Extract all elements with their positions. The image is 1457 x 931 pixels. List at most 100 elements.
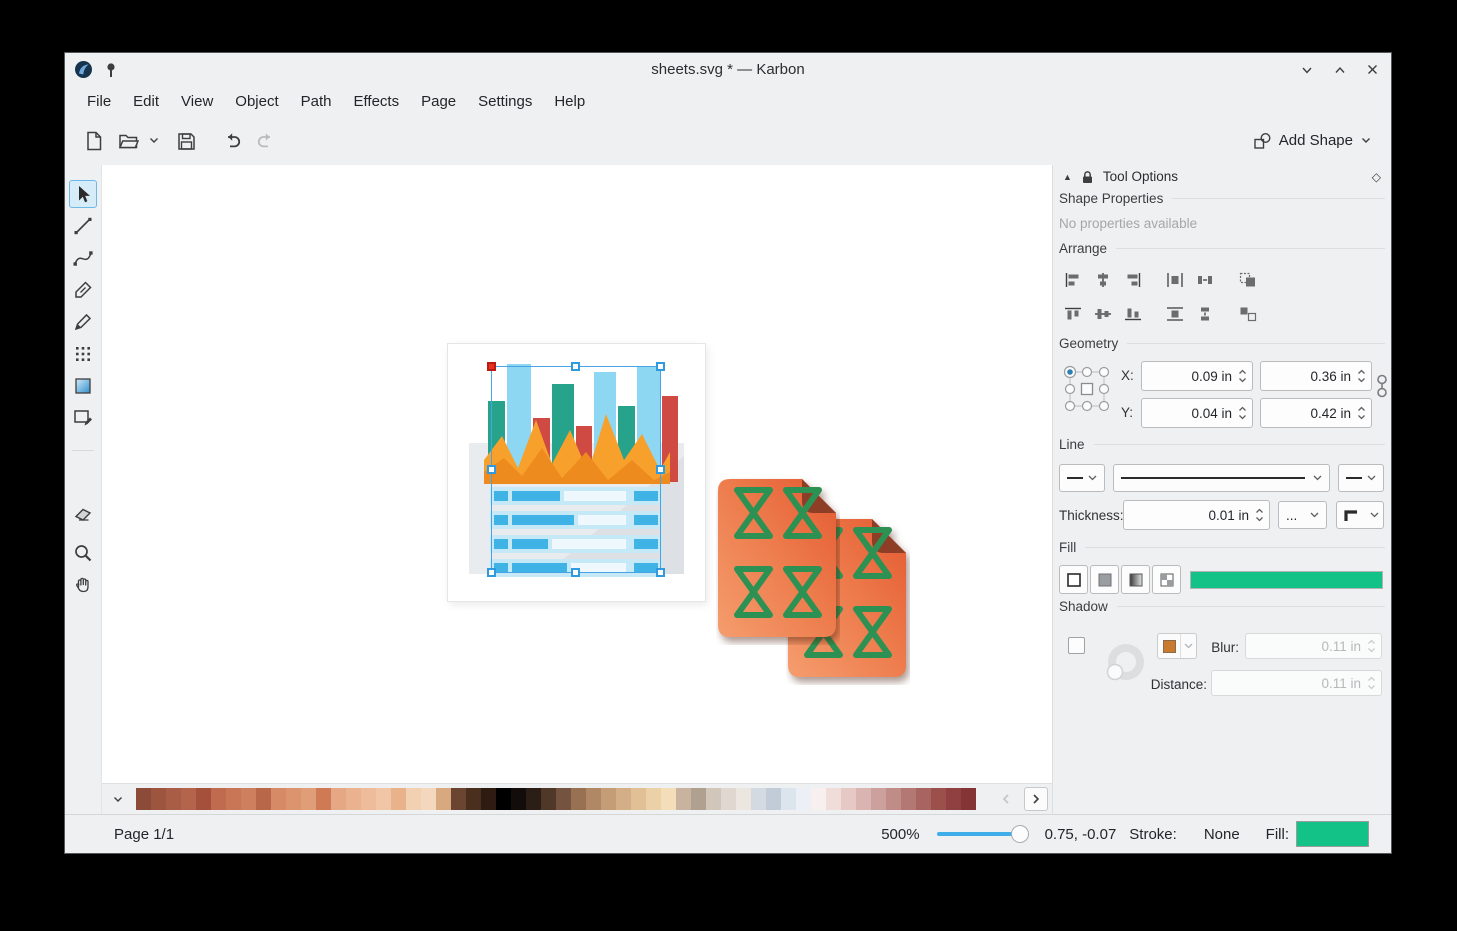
menu-item-file[interactable]: File: [76, 90, 122, 113]
palette-expand-button[interactable]: [106, 787, 130, 811]
palette-swatch[interactable]: [571, 788, 586, 810]
align-right-button[interactable]: [1120, 267, 1146, 293]
select-tool-button[interactable]: [69, 180, 97, 208]
fill-gradient-button[interactable]: [1121, 565, 1150, 594]
bezier-path-tool-button[interactable]: [69, 244, 97, 272]
selection-handle-bottom-left[interactable]: [487, 568, 496, 577]
palette-swatch[interactable]: [466, 788, 481, 810]
palette-swatch[interactable]: [286, 788, 301, 810]
menu-item-effects[interactable]: Effects: [343, 90, 411, 113]
distribute-horizontal-center-button[interactable]: [1162, 267, 1188, 293]
palette-swatch[interactable]: [721, 788, 736, 810]
sheets-icon-front[interactable]: [716, 477, 840, 645]
collapse-arrow-icon[interactable]: ▲: [1063, 172, 1072, 182]
shadow-color-button[interactable]: [1157, 633, 1197, 659]
palette-swatch[interactable]: [691, 788, 706, 810]
y-position-spinbox[interactable]: 0.04 in: [1141, 398, 1253, 428]
maximize-button[interactable]: [1333, 64, 1347, 76]
palette-swatch[interactable]: [631, 788, 646, 810]
palette-swatch[interactable]: [421, 788, 436, 810]
spinner-arrows[interactable]: [1357, 406, 1366, 420]
eraser-tool-button[interactable]: [69, 499, 97, 527]
minimize-button[interactable]: [1300, 64, 1314, 76]
palette-swatch[interactable]: [646, 788, 661, 810]
spinner-arrows[interactable]: [1367, 676, 1376, 690]
palette-swatch[interactable]: [271, 788, 286, 810]
shadow-enable-checkbox[interactable]: [1068, 637, 1085, 654]
docker-header[interactable]: ▲ Tool Options ◇: [1053, 165, 1391, 188]
selection-rectangle[interactable]: [491, 366, 661, 573]
thickness-spinbox[interactable]: 0.01 in: [1123, 500, 1270, 530]
palette-swatch[interactable]: [751, 788, 766, 810]
palette-swatch[interactable]: [796, 788, 811, 810]
ungroup-objects-button[interactable]: [1235, 301, 1261, 327]
shadow-angle-dial[interactable]: [1103, 641, 1149, 687]
palette-swatch[interactable]: [916, 788, 931, 810]
close-button[interactable]: [1366, 63, 1379, 76]
line-tool-button[interactable]: [69, 212, 97, 240]
pan-tool-button[interactable]: [69, 571, 97, 599]
align-center-vertical-button[interactable]: [1090, 301, 1116, 327]
palette-swatch[interactable]: [931, 788, 946, 810]
aspect-ratio-lock-icon[interactable]: [1375, 373, 1389, 399]
palette-swatch[interactable]: [841, 788, 856, 810]
palette-scroll-left-button[interactable]: [994, 787, 1018, 811]
palette-swatch[interactable]: [406, 788, 421, 810]
fill-color-bar[interactable]: [1190, 571, 1383, 589]
line-join-combo[interactable]: [1336, 501, 1384, 529]
palette-swatch[interactable]: [856, 788, 871, 810]
float-docker-icon[interactable]: ◇: [1372, 170, 1381, 184]
align-left-button[interactable]: [1060, 267, 1086, 293]
menu-item-view[interactable]: View: [170, 90, 224, 113]
add-shape-button[interactable]: Add Shape: [1245, 127, 1379, 155]
height-spinbox[interactable]: 0.42 in: [1260, 398, 1372, 428]
palette-swatch[interactable]: [826, 788, 841, 810]
palette-swatch[interactable]: [496, 788, 511, 810]
palette-swatch[interactable]: [316, 788, 331, 810]
canvas[interactable]: [102, 165, 1052, 814]
selection-handle-bottom-right[interactable]: [656, 568, 665, 577]
palette-swatch[interactable]: [961, 788, 976, 810]
shadow-blur-spinbox[interactable]: 0.11 in: [1245, 633, 1382, 659]
align-top-button[interactable]: [1060, 301, 1086, 327]
selection-handle-bottom-middle[interactable]: [571, 568, 580, 577]
spinner-arrows[interactable]: [1367, 639, 1376, 653]
menu-item-help[interactable]: Help: [543, 90, 596, 113]
menu-item-object[interactable]: Object: [224, 90, 289, 113]
palette-swatch[interactable]: [256, 788, 271, 810]
palette-swatch[interactable]: [526, 788, 541, 810]
palette-swatch[interactable]: [661, 788, 676, 810]
palette-swatch[interactable]: [181, 788, 196, 810]
spinner-arrows[interactable]: [1255, 508, 1264, 522]
line-style-combo[interactable]: [1113, 464, 1330, 492]
fill-pattern-button[interactable]: [1152, 565, 1181, 594]
undo-button[interactable]: [215, 124, 249, 158]
palette-swatch[interactable]: [736, 788, 751, 810]
image-edit-tool-button[interactable]: [69, 404, 97, 432]
palette-swatch[interactable]: [451, 788, 466, 810]
line-cap-combo[interactable]: ...: [1278, 501, 1327, 529]
align-bottom-button[interactable]: [1120, 301, 1146, 327]
group-objects-button[interactable]: [1235, 267, 1261, 293]
palette-swatch[interactable]: [706, 788, 721, 810]
palette-swatch[interactable]: [226, 788, 241, 810]
palette-swatch[interactable]: [616, 788, 631, 810]
palette-swatch[interactable]: [391, 788, 406, 810]
palette-swatch[interactable]: [151, 788, 166, 810]
palette-swatch[interactable]: [136, 788, 151, 810]
fill-solid-button[interactable]: [1090, 565, 1119, 594]
open-recent-chevron-icon[interactable]: [145, 124, 163, 158]
palette-swatch[interactable]: [556, 788, 571, 810]
gradient-tool-button[interactable]: [69, 372, 97, 400]
zoom-slider-handle[interactable]: [1011, 825, 1029, 843]
selection-handle-top-left[interactable]: [487, 362, 496, 371]
palette-swatch[interactable]: [511, 788, 526, 810]
palette-swatch[interactable]: [331, 788, 346, 810]
palette-swatch[interactable]: [346, 788, 361, 810]
zoom-tool-button[interactable]: [69, 539, 97, 567]
menu-item-edit[interactable]: Edit: [122, 90, 170, 113]
pencil-tool-button[interactable]: [69, 308, 97, 336]
line-start-marker-combo[interactable]: [1059, 464, 1105, 492]
selection-handle-middle-left[interactable]: [487, 465, 496, 474]
palette-swatch[interactable]: [601, 788, 616, 810]
